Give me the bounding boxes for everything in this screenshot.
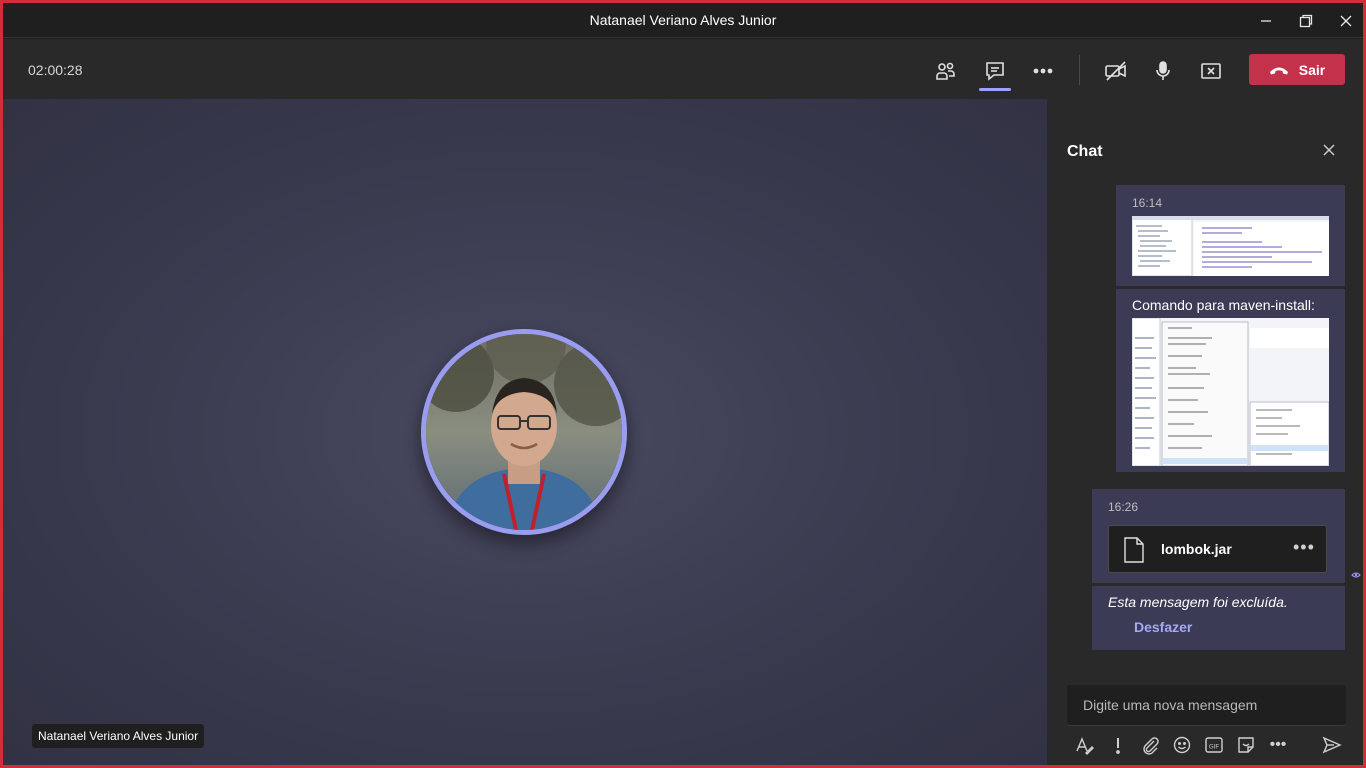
close-icon[interactable] xyxy=(1326,3,1363,38)
chat-icon[interactable] xyxy=(977,53,1013,91)
message-compose-box[interactable] xyxy=(1067,685,1346,726)
participant-avatar xyxy=(421,329,627,535)
message-time: 16:14 xyxy=(1132,196,1163,210)
participant-name-tag: Natanael Veriano Alves Junior xyxy=(32,724,205,748)
send-icon[interactable] xyxy=(1320,733,1344,757)
file-icon xyxy=(1124,537,1144,563)
deleted-message-text: Esta mensagem foi excluída. xyxy=(1108,594,1288,610)
chat-message-deleted: Esta mensagem foi excluída. Desfazer xyxy=(1092,586,1345,650)
message-text: Comando para maven-install: xyxy=(1132,297,1315,313)
format-icon[interactable] xyxy=(1072,733,1096,757)
chat-message[interactable]: 16:14 xyxy=(1116,185,1345,286)
file-attachment[interactable]: lombok.jar ••• xyxy=(1108,525,1327,573)
leave-button[interactable]: Sair xyxy=(1249,54,1345,85)
window-title: Natanael Veriano Alves Junior xyxy=(589,12,777,28)
file-name: lombok.jar xyxy=(1161,541,1232,557)
chat-message[interactable]: Comando para maven-install: xyxy=(1116,289,1345,472)
chat-title: Chat xyxy=(1067,143,1103,160)
sticker-icon[interactable] xyxy=(1234,733,1258,757)
microphone-icon[interactable] xyxy=(1145,53,1181,89)
chat-message[interactable]: 16:26 lombok.jar ••• xyxy=(1092,489,1345,583)
chat-panel: Chat 16:14 Comando para maven-install: 1… xyxy=(1047,99,1363,765)
title-bar: Natanael Veriano Alves Junior xyxy=(3,3,1363,38)
restore-icon[interactable] xyxy=(1286,3,1326,38)
video-stage: Natanael Veriano Alves Junior xyxy=(3,99,1047,765)
leave-label: Sair xyxy=(1298,61,1326,78)
camera-off-icon[interactable] xyxy=(1098,53,1134,89)
message-input[interactable] xyxy=(1067,685,1346,725)
minimize-icon[interactable] xyxy=(1246,3,1286,38)
more-icon[interactable]: ••• xyxy=(1266,733,1290,757)
screenshot-image[interactable] xyxy=(1132,216,1329,276)
message-time: 16:26 xyxy=(1108,500,1139,514)
participants-icon[interactable] xyxy=(928,53,964,89)
toolbar-separator xyxy=(1079,55,1080,85)
stop-share-icon[interactable] xyxy=(1193,53,1229,89)
meeting-toolbar: 02:00:28 Sair xyxy=(3,39,1363,99)
file-more-icon[interactable]: ••• xyxy=(1293,538,1315,556)
screenshot-image[interactable] xyxy=(1132,318,1329,466)
important-icon[interactable] xyxy=(1106,733,1130,757)
attach-icon[interactable] xyxy=(1138,733,1162,757)
svg-text:GIF: GIF xyxy=(1209,745,1219,751)
undo-delete-link[interactable]: Desfazer xyxy=(1134,619,1192,635)
call-timer: 02:00:28 xyxy=(28,62,83,78)
teams-window: Natanael Veriano Alves Junior 02:00:28 S… xyxy=(3,3,1363,765)
gif-icon[interactable]: GIF xyxy=(1202,733,1226,757)
emoji-icon[interactable] xyxy=(1170,733,1194,757)
hang-up-icon xyxy=(1269,67,1288,74)
close-chat-icon[interactable] xyxy=(1319,140,1339,160)
seen-icon xyxy=(1351,572,1361,578)
more-options-icon[interactable] xyxy=(1025,53,1061,89)
